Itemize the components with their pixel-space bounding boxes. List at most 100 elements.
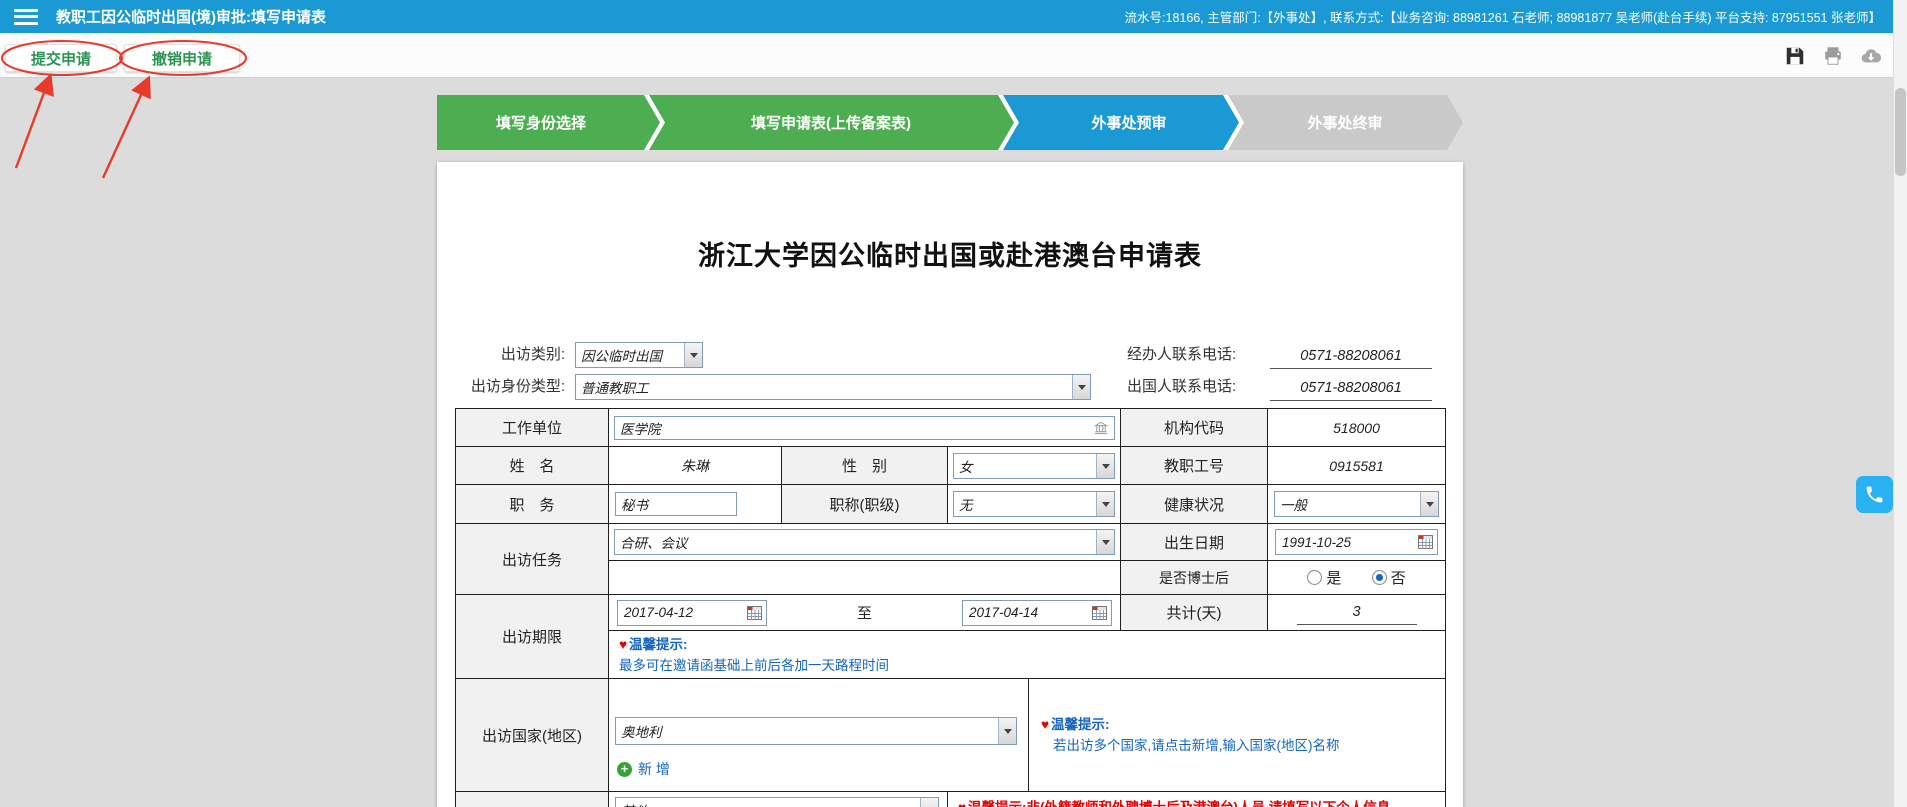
table-row: 政治面貌 其他 ♥温馨提示:非(外籍教师和外聘博士后及港澳台)人员,请填写以下个…: [456, 792, 1446, 807]
toolbar-icons: [1784, 45, 1882, 67]
phone-button[interactable]: [1856, 476, 1893, 513]
heart-icon: ♥: [958, 800, 966, 807]
politics-label: 政治面貌: [456, 792, 609, 807]
politics-cell: 其他 ♥温馨提示:非(外籍教师和外聘博士后及港澳台)人员,请填写以下个人信息: [609, 792, 1446, 807]
period-label: 出访期限: [456, 595, 609, 679]
building-picker-icon[interactable]: [1093, 420, 1109, 435]
task-value: 合研、会议: [615, 532, 1096, 552]
postdoc-no-label: 否: [1391, 570, 1406, 587]
work-unit-input[interactable]: 医学院: [614, 416, 1115, 440]
gender-value: 女: [954, 456, 1096, 476]
agent-phone-label: 经办人联系电话:: [1127, 342, 1236, 368]
task-extra-cell: [609, 561, 1121, 595]
politics-hint-pane: ♥温馨提示:非(外籍教师和外聘博士后及港澳台)人员,请填写以下个人信息: [948, 792, 1445, 807]
country-label: 出访国家(地区): [456, 679, 609, 792]
rank-select[interactable]: 无: [953, 491, 1115, 517]
calendar-icon[interactable]: [1418, 535, 1433, 549]
period-hint-text: 最多可在邀请函基础上前后各加一天路程时间: [619, 655, 1435, 676]
cloud-download-icon[interactable]: [1860, 45, 1882, 67]
save-icon[interactable]: [1784, 45, 1806, 67]
phone-icon: [1864, 484, 1885, 505]
submit-application-button[interactable]: 提交申请: [5, 44, 117, 72]
chevron-down-icon: [998, 718, 1016, 744]
heart-icon: ♥: [1041, 717, 1049, 732]
task-select[interactable]: 合研、会议: [614, 529, 1115, 555]
wizard-steps: 填写身份选择 填写申请表(上传备案表) 外事处预审 外事处终审: [437, 95, 1463, 150]
country-cell: 奥地利 新 增 ♥温馨提示: 若出访多个国家,请点击新增,输入国: [609, 679, 1446, 792]
table-row: 工作单位 医学院 机构代码 518000: [456, 409, 1446, 447]
step-fill-form-label: 填写申请表(上传备案表): [751, 114, 911, 132]
step-identity-label: 填写身份选择: [496, 114, 587, 132]
agent-phone-input[interactable]: 0571-88208061: [1270, 344, 1432, 369]
postdoc-label: 是否博士后: [1121, 561, 1268, 595]
period-hint-title: 温馨提示:: [629, 637, 688, 652]
work-unit-label: 工作单位: [456, 409, 609, 447]
period-cell: 2017-04-12 至 2017-04-14: [609, 595, 1121, 631]
health-cell: 一般: [1268, 485, 1446, 524]
postdoc-cell: 是 否: [1268, 561, 1446, 595]
period-from-value: 2017-04-12: [624, 605, 693, 620]
org-code-value: 518000: [1268, 409, 1446, 447]
birth-label: 出生日期: [1121, 524, 1268, 561]
table-row: 职 务 秘书 职称(职级) 无 健康状况 一般: [456, 485, 1446, 524]
politics-select[interactable]: 其他: [615, 797, 939, 807]
identity-type-label: 出访身份类型:: [437, 374, 565, 400]
country-select[interactable]: 奥地利: [615, 717, 1017, 745]
add-country-button[interactable]: 新 增: [617, 759, 670, 779]
period-to-value: 2017-04-14: [969, 605, 1038, 620]
period-to-label: 至: [773, 602, 956, 623]
hamburger-menu-icon[interactable]: [14, 9, 38, 25]
add-country-label: 新 增: [638, 759, 670, 779]
postdoc-no-radio[interactable]: [1372, 570, 1387, 585]
visit-category-label: 出访类别:: [437, 342, 565, 368]
toolbar: 提交申请 撤销申请: [0, 33, 1907, 78]
page-title: 教职工因公临时出国(境)审批:填写申请表: [56, 6, 326, 27]
name-label: 姓 名: [456, 447, 609, 485]
chevron-down-icon: [1096, 454, 1114, 478]
country-hint-pane: ♥温馨提示: 若出访多个国家,请点击新增,输入国家(地区)名称: [1029, 679, 1445, 791]
rank-label: 职称(职级): [782, 485, 948, 524]
red-arrow-submit: [16, 82, 48, 168]
table-row: 出访期限 2017-04-12 至: [456, 595, 1446, 631]
vertical-scrollbar[interactable]: [1893, 0, 1907, 807]
identity-type-select[interactable]: 普通教职工: [575, 374, 1091, 400]
contact-info: 流水号:18166, 主管部门:【外事处】, 联系方式:【业务咨询: 88981…: [1125, 7, 1881, 26]
rank-cell: 无: [948, 485, 1121, 524]
name-value: 朱琳: [609, 447, 782, 485]
birth-date-input[interactable]: 1991-10-25: [1275, 529, 1438, 555]
calendar-icon[interactable]: [747, 606, 762, 620]
work-unit-cell: 医学院: [609, 409, 1121, 447]
chevron-down-icon: [1072, 375, 1090, 399]
birth-cell: 1991-10-25: [1268, 524, 1446, 561]
chevron-down-icon: [920, 798, 938, 807]
withdraw-application-button[interactable]: 撤销申请: [124, 44, 240, 72]
chevron-down-icon: [1096, 492, 1114, 516]
country-input-pane: 奥地利 新 增: [609, 679, 1029, 791]
rank-value: 无: [954, 494, 1096, 514]
visit-category-select[interactable]: 因公临时出国: [575, 342, 703, 368]
print-icon[interactable]: [1822, 45, 1844, 67]
birth-date-value: 1991-10-25: [1282, 535, 1351, 550]
postdoc-yes-label: 是: [1326, 570, 1341, 587]
traveler-phone-label: 出国人联系电话:: [1127, 374, 1236, 400]
work-unit-value: 医学院: [620, 418, 661, 438]
task-cell: 合研、会议: [609, 524, 1121, 561]
step-preliminary-review-label: 外事处预审: [1090, 114, 1166, 132]
traveler-phone-input[interactable]: 0571-88208061: [1270, 376, 1432, 401]
postdoc-yes-radio[interactable]: [1307, 570, 1322, 585]
period-to-input[interactable]: 2017-04-14: [962, 600, 1112, 626]
scrollbar-thumb[interactable]: [1895, 88, 1906, 176]
form-panel: 浙江大学因公临时出国或赴港澳台申请表 出访类别: 因公临时出国 经办人联系电话:…: [437, 162, 1463, 807]
country-hint-text: 若出访多个国家,请点击新增,输入国家(地区)名称: [1041, 735, 1445, 756]
red-arrow-withdraw: [103, 84, 146, 178]
gender-select[interactable]: 女: [953, 453, 1115, 479]
table-row: 出访任务 合研、会议 出生日期 1991-10-25: [456, 524, 1446, 561]
total-days-label: 共计(天): [1121, 595, 1268, 631]
duty-input[interactable]: 秘书: [615, 492, 737, 516]
table-row: 出访国家(地区) 奥地利 新 增: [456, 679, 1446, 792]
health-select[interactable]: 一般: [1274, 491, 1439, 517]
calendar-icon[interactable]: [1092, 606, 1107, 620]
period-from-input[interactable]: 2017-04-12: [617, 600, 767, 626]
duty-cell: 秘书: [609, 485, 782, 524]
chevron-down-icon: [1420, 492, 1438, 516]
